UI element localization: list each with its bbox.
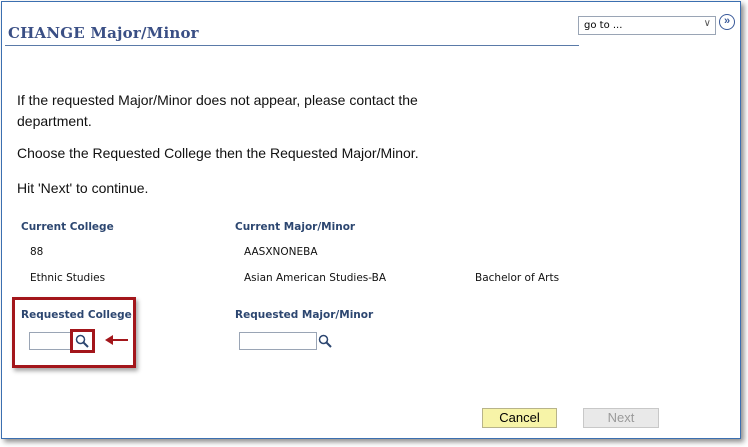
chevron-down-icon: ∨ xyxy=(703,18,711,29)
instruction-line: department. xyxy=(17,113,92,129)
search-icon[interactable] xyxy=(318,334,332,348)
instruction-choose: Choose the Requested College then the Re… xyxy=(17,145,419,161)
current-college-name: Ethnic Studies xyxy=(30,272,106,284)
lookup-highlight-box xyxy=(70,329,95,353)
instruction-line: If the requested Major/Minor does not ap… xyxy=(17,92,418,108)
arrow-left-icon xyxy=(105,335,128,345)
title-divider xyxy=(5,45,579,46)
requested-major-label: Requested Major/Minor xyxy=(235,309,374,321)
current-degree: Bachelor of Arts xyxy=(475,272,560,284)
current-major-code: AASXNONEBA xyxy=(244,246,318,258)
requested-major-input[interactable] xyxy=(239,332,317,350)
current-major-label: Current Major/Minor xyxy=(235,221,356,233)
instruction-next: Hit 'Next' to continue. xyxy=(17,180,149,196)
current-major-name: Asian American Studies-BA xyxy=(244,272,387,284)
page-title: CHANGE Major/Minor xyxy=(8,24,199,42)
next-button[interactable]: Next xyxy=(583,408,659,428)
goto-select[interactable]: go to ... ∨ xyxy=(578,16,716,35)
page-frame xyxy=(1,1,741,439)
goto-button[interactable]: » xyxy=(719,14,735,30)
double-chevron-right-icon: » xyxy=(723,15,731,27)
instruction-contact: If the requested Major/Minor does not ap… xyxy=(17,90,418,132)
current-college-label: Current College xyxy=(21,221,114,233)
cancel-button[interactable]: Cancel xyxy=(482,408,557,428)
goto-select-value: go to ... xyxy=(584,20,623,31)
current-college-code: 88 xyxy=(30,246,44,258)
